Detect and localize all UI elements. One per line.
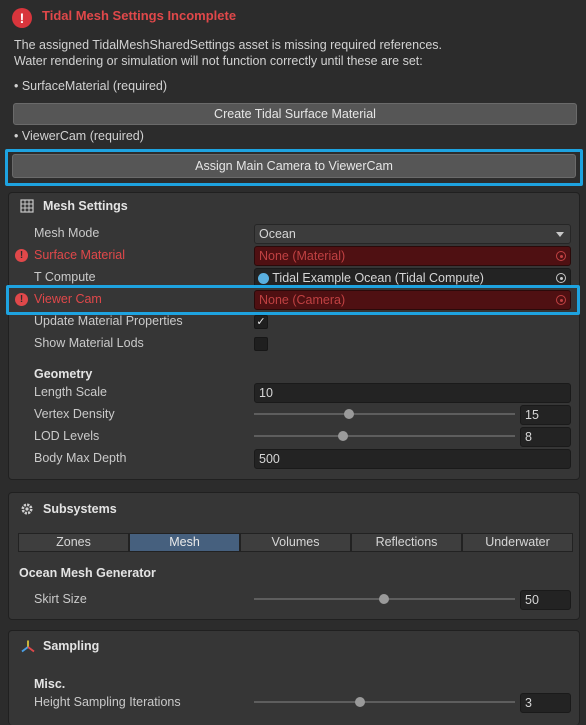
mesh-mode-dropdown[interactable]: Ocean	[254, 224, 571, 244]
mesh-mode-label: Mesh Mode	[34, 226, 100, 240]
lod-levels-slider-handle[interactable]	[338, 431, 348, 441]
vertex-density-label: Vertex Density	[34, 407, 115, 421]
warning-title: Tidal Mesh Settings Incomplete	[42, 8, 237, 23]
sampling-header: Sampling	[43, 639, 100, 653]
viewer-cam-field[interactable]: None (Camera)	[254, 290, 571, 310]
viewer-cam-label: Viewer Cam	[34, 292, 102, 306]
error-icon: !	[15, 249, 28, 262]
skirt-size-input[interactable]: 50	[520, 590, 571, 610]
lod-levels-input[interactable]: 8	[520, 427, 571, 447]
gear-icon	[20, 502, 34, 516]
subsystems-tab-bar: Zones Mesh Volumes Reflections Underwate…	[18, 533, 573, 552]
mesh-settings-header: Mesh Settings	[43, 199, 128, 213]
object-picker-icon[interactable]	[556, 273, 566, 283]
tab-reflections[interactable]: Reflections	[351, 533, 462, 552]
subsystems-header: Subsystems	[43, 502, 117, 516]
tab-zones[interactable]: Zones	[18, 533, 129, 552]
tab-underwater[interactable]: Underwater	[462, 533, 573, 552]
surface-material-field[interactable]: None (Material)	[254, 246, 571, 266]
t-compute-value: Tidal Example Ocean (Tidal Compute)	[272, 271, 484, 285]
height-sampling-iterations-label: Height Sampling Iterations	[34, 695, 181, 709]
lod-levels-label: LOD Levels	[34, 429, 100, 443]
viewer-cam-value: None (Camera)	[259, 293, 346, 307]
object-picker-icon[interactable]	[556, 295, 566, 305]
ocean-mesh-generator-header: Ocean Mesh Generator	[19, 566, 156, 580]
warning-line-1: The assigned TidalMeshSharedSettings ass…	[14, 38, 442, 52]
height-sampling-slider-track[interactable]	[254, 701, 515, 703]
body-max-depth-input[interactable]: 500	[254, 449, 571, 469]
body-max-depth-label: Body Max Depth	[34, 451, 127, 465]
grid-icon	[20, 199, 34, 213]
compute-asset-icon	[258, 273, 269, 284]
surface-material-value: None (Material)	[259, 249, 346, 263]
skirt-size-slider-handle[interactable]	[379, 594, 389, 604]
skirt-size-label: Skirt Size	[34, 592, 87, 606]
lod-levels-slider-track[interactable]	[254, 435, 515, 437]
update-material-properties-label: Update Material Properties	[34, 314, 183, 328]
height-sampling-iterations-input[interactable]: 3	[520, 693, 571, 713]
tab-mesh[interactable]: Mesh	[129, 533, 240, 552]
requirement-viewer-cam: • ViewerCam (required)	[14, 129, 144, 143]
geometry-header: Geometry	[34, 367, 93, 381]
t-compute-label: T Compute	[34, 270, 96, 284]
error-icon: !	[12, 8, 32, 28]
length-scale-label: Length Scale	[34, 385, 107, 399]
show-material-lods-label: Show Material Lods	[34, 336, 144, 350]
show-material-lods-checkbox[interactable]	[254, 337, 268, 351]
assign-main-camera-button[interactable]: Assign Main Camera to ViewerCam	[12, 154, 576, 178]
vertex-density-slider-track[interactable]	[254, 413, 515, 415]
height-sampling-slider-handle[interactable]	[355, 697, 365, 707]
requirement-surface-material: • SurfaceMaterial (required)	[14, 79, 168, 93]
vertex-density-slider-handle[interactable]	[344, 409, 354, 419]
object-picker-icon[interactable]	[556, 251, 566, 261]
tab-volumes[interactable]: Volumes	[240, 533, 351, 552]
misc-header: Misc.	[34, 677, 66, 691]
axes-icon	[20, 639, 36, 655]
mesh-mode-value: Ocean	[259, 227, 296, 241]
warning-line-2: Water rendering or simulation will not f…	[14, 54, 423, 68]
surface-material-label: Surface Material	[34, 248, 126, 262]
vertex-density-input[interactable]: 15	[520, 405, 571, 425]
create-surface-material-button[interactable]: Create Tidal Surface Material	[13, 103, 577, 125]
chevron-down-icon	[556, 232, 564, 237]
error-icon: !	[15, 293, 28, 306]
update-material-properties-checkbox[interactable]: ✓	[254, 315, 268, 329]
length-scale-input[interactable]: 10	[254, 383, 571, 403]
